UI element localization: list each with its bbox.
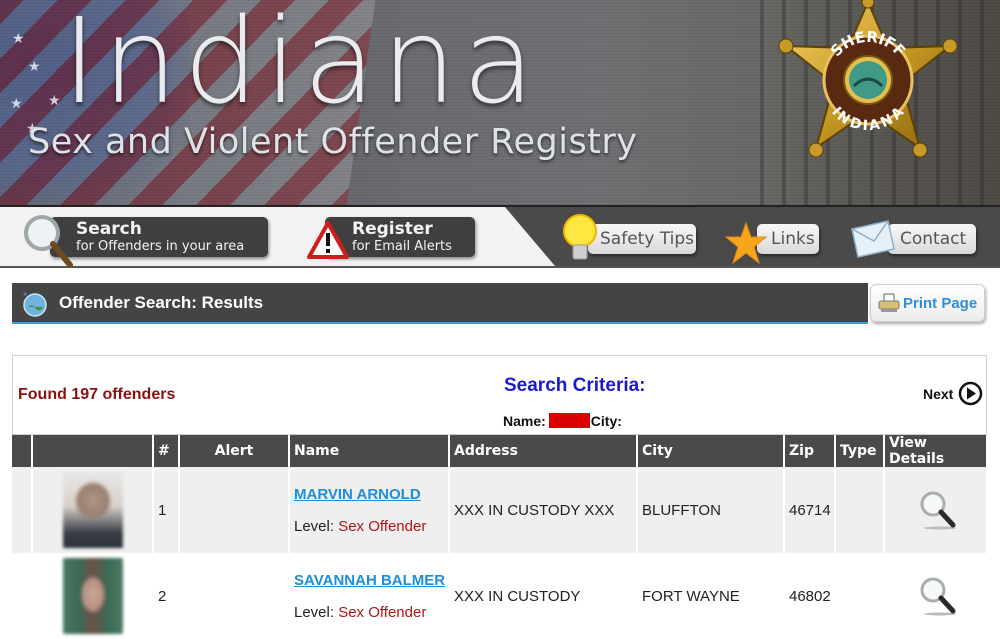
nav-search-subtitle: for Offenders in your area: [76, 239, 245, 254]
table-header-row: # Alert Name Address City Zip Type View …: [12, 435, 988, 467]
row-address: XXX IN CUSTODY: [449, 553, 638, 639]
row-city: FORT WAYNE: [637, 553, 785, 639]
nav-register-subtitle: for Email Alerts: [352, 239, 452, 254]
print-page-label: Print Page: [903, 295, 978, 312]
site-subtitle: Sex and Violent Offender Registry: [28, 122, 638, 162]
row-address: XXX IN CUSTODY XXX: [449, 467, 638, 553]
nav-register-title: Register: [352, 219, 433, 239]
globe-icon: [23, 292, 47, 317]
row-type: [835, 553, 885, 639]
section-header: Offender Search: Results: [12, 283, 868, 324]
row-number: 2: [153, 553, 180, 639]
view-details-magnifier-icon[interactable]: [916, 574, 960, 618]
criteria-city-label: City:: [590, 413, 622, 429]
printer-icon: [878, 293, 900, 312]
print-page-button[interactable]: Print Page: [870, 284, 985, 322]
offender-name-link[interactable]: MARVIN ARNOLD: [294, 486, 448, 503]
col-header-alert[interactable]: Alert: [179, 435, 290, 467]
col-header-photo: [32, 435, 154, 467]
offender-name-link[interactable]: SAVANNAH BALMER: [294, 572, 448, 589]
nav-links-label: Links: [771, 229, 815, 249]
view-details-magnifier-icon[interactable]: [916, 488, 960, 532]
criteria-name-label: Name:: [503, 413, 546, 429]
offender-photo[interactable]: [63, 558, 123, 634]
nav-search-title: Search: [76, 219, 142, 239]
offender-results-table: # Alert Name Address City Zip Type View …: [12, 435, 988, 639]
row-alert: [179, 467, 290, 553]
site-title: Indiana: [62, 0, 541, 130]
col-header-number[interactable]: #: [153, 435, 180, 467]
nav-safety-tips[interactable]: Safety Tips: [588, 224, 696, 254]
col-header-zip[interactable]: Zip: [784, 435, 836, 467]
col-header-name[interactable]: Name: [289, 435, 450, 467]
next-label: Next: [923, 386, 954, 402]
nav-search-offenders[interactable]: Search for Offenders in your area: [50, 217, 268, 257]
col-header-address[interactable]: Address: [449, 435, 638, 467]
results-count: Found 197 offenders: [18, 386, 176, 403]
nav-contact[interactable]: Contact: [888, 224, 976, 254]
row-zip: 46802: [784, 553, 836, 639]
offender-level: Level: Sex Offender: [294, 517, 427, 535]
site-banner: ★ ★ ★ ★ ★ Indiana Sex and Violent Offend…: [0, 0, 1000, 205]
nav-contact-label: Contact: [900, 229, 967, 249]
main-nav: Search for Offenders in your area Regist…: [0, 205, 1000, 268]
row-alert: [179, 553, 290, 639]
col-header-spacer: [12, 435, 33, 467]
section-title: Offender Search: Results: [59, 293, 264, 312]
warning-triangle-icon: [307, 221, 349, 259]
row-number: 1: [153, 467, 180, 553]
col-header-view-details: View Details: [884, 435, 988, 467]
play-arrow-icon: [958, 381, 983, 406]
row-type: [835, 467, 885, 553]
results-summary: Found 197 offenders Search Criteria: Nam…: [12, 355, 987, 435]
sheriff-badge-icon: SHERIFF INDIANA: [778, 0, 958, 158]
search-criteria-values: Name: City:: [503, 413, 622, 429]
nav-safety-tips-label: Safety Tips: [600, 229, 695, 249]
envelope-icon: [851, 220, 895, 258]
row-zip: 46714: [784, 467, 836, 553]
offender-photo[interactable]: [63, 472, 123, 548]
table-row: 1 MARVIN ARNOLD Level: Sex Offender XXX …: [12, 467, 988, 553]
search-criteria-title: Search Criteria:: [504, 375, 646, 396]
lightbulb-icon: [563, 214, 597, 260]
col-header-city[interactable]: City: [637, 435, 785, 467]
magnifier-icon: [24, 215, 73, 268]
row-city: BLUFFTON: [637, 467, 785, 553]
offender-level-value: Sex Offender: [338, 517, 427, 535]
col-header-type[interactable]: Type: [835, 435, 885, 467]
table-row: 2 SAVANNAH BALMER Level: Sex Offender XX…: [12, 553, 988, 639]
redacted-name-value: [548, 413, 590, 428]
offender-level: Level: Sex Offender: [294, 603, 427, 621]
star-icon: [724, 221, 768, 265]
offender-level-value: Sex Offender: [338, 603, 427, 621]
